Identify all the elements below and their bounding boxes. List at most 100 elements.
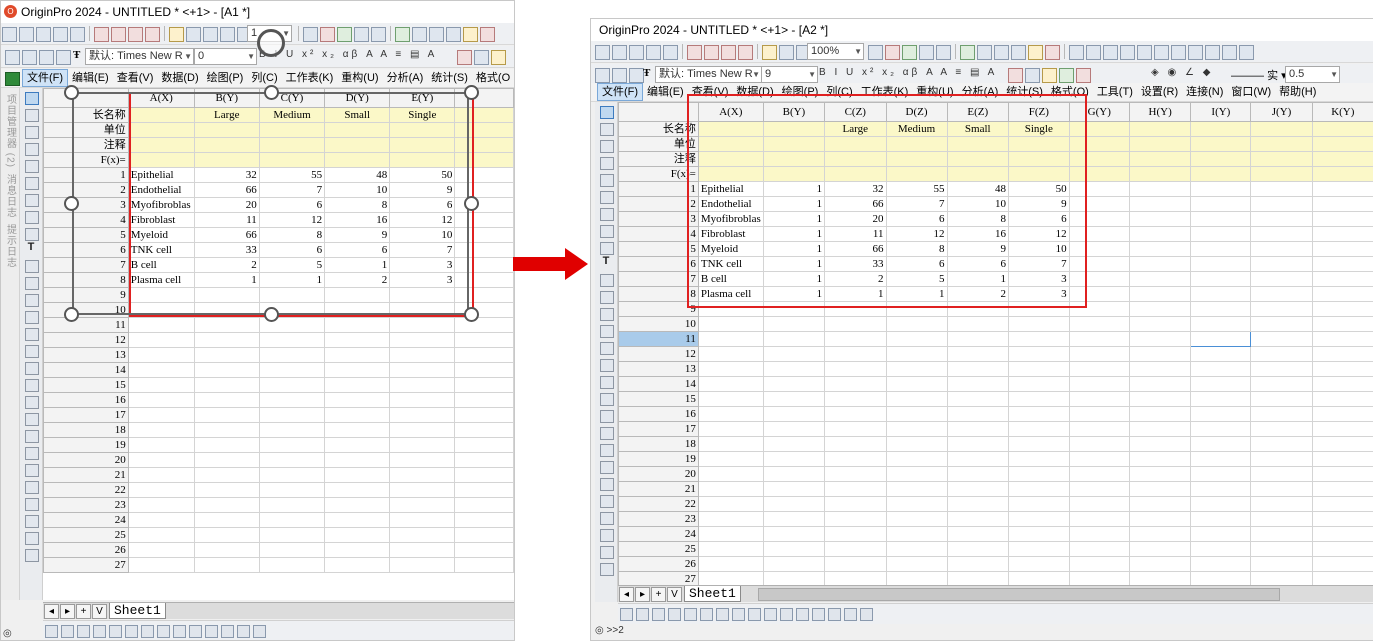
table-cell[interactable]: [825, 392, 886, 407]
draw-data-icon[interactable]: [600, 225, 614, 238]
table-cell[interactable]: [1191, 287, 1251, 302]
font-name-combo[interactable]: 默认: Times New R▼: [85, 48, 194, 65]
table-cell[interactable]: [1069, 527, 1129, 542]
table-cell[interactable]: [1251, 467, 1312, 482]
meta-cell[interactable]: [1251, 152, 1312, 167]
table-cell[interactable]: [886, 437, 947, 452]
table-cell[interactable]: [763, 512, 824, 527]
table-cell[interactable]: [1129, 437, 1190, 452]
sqrt-tool-icon[interactable]: [25, 549, 39, 562]
table-cell[interactable]: [1129, 302, 1190, 317]
open-template-icon[interactable]: [721, 45, 736, 60]
row-header[interactable]: 19: [44, 438, 129, 453]
table-cell[interactable]: [1191, 197, 1251, 212]
open-template-icon[interactable]: [128, 27, 143, 42]
table-cell[interactable]: [325, 528, 390, 543]
row-header[interactable]: 15: [44, 378, 129, 393]
table-cell[interactable]: [455, 348, 514, 363]
table-cell[interactable]: [194, 423, 259, 438]
rotate-handle-icon[interactable]: [257, 29, 285, 57]
paste-format-icon[interactable]: [39, 50, 54, 65]
circle-tool-icon[interactable]: [25, 430, 39, 443]
screen-reader-icon[interactable]: [600, 174, 614, 187]
table-cell[interactable]: [1191, 467, 1251, 482]
refresh-icon[interactable]: [885, 45, 900, 60]
histogram-icon[interactable]: [157, 625, 170, 638]
add-sheet-button[interactable]: +: [76, 604, 91, 619]
results-log-icon[interactable]: [994, 45, 1009, 60]
statistics-plot-icon[interactable]: [780, 608, 793, 621]
meta-cell[interactable]: [1191, 167, 1251, 182]
pie-plot-icon[interactable]: [700, 608, 713, 621]
table-cell[interactable]: [698, 377, 763, 392]
table-cell[interactable]: [194, 333, 259, 348]
area-plot-icon[interactable]: [684, 608, 697, 621]
table-cell[interactable]: [455, 513, 514, 528]
table-cell[interactable]: [1129, 347, 1190, 362]
table-cell[interactable]: [455, 498, 514, 513]
pie-plot-icon[interactable]: [125, 625, 138, 638]
area-plot-icon[interactable]: [109, 625, 122, 638]
layout-icon[interactable]: [919, 45, 934, 60]
menu-restructure[interactable]: 重构(U): [337, 69, 382, 87]
menu-data[interactable]: 数据(D): [157, 69, 202, 87]
open-folder-icon[interactable]: [762, 45, 777, 60]
table-cell[interactable]: [947, 317, 1008, 332]
align-tool-icon[interactable]: [25, 447, 39, 460]
table-cell[interactable]: [763, 377, 824, 392]
table-cell[interactable]: [128, 438, 194, 453]
table-cell[interactable]: [455, 393, 514, 408]
table-cell[interactable]: [194, 408, 259, 423]
chart-icon[interactable]: [1103, 45, 1118, 60]
table-cell[interactable]: [259, 558, 324, 573]
table-cell[interactable]: [1251, 572, 1312, 586]
arrow-tool-icon[interactable]: [25, 277, 39, 290]
table-cell[interactable]: [763, 452, 824, 467]
table-cell[interactable]: [763, 497, 824, 512]
table-cell[interactable]: [128, 378, 194, 393]
table-cell[interactable]: [886, 332, 947, 347]
table-cell[interactable]: [1008, 467, 1069, 482]
resize-handle-bottom-right[interactable]: [464, 307, 479, 322]
resize-handle-top[interactable]: [264, 85, 279, 100]
table-cell[interactable]: [825, 407, 886, 422]
meta-cell[interactable]: [1191, 137, 1251, 152]
table-cell[interactable]: [128, 528, 194, 543]
table-cell[interactable]: [1008, 392, 1069, 407]
region-tool-icon[interactable]: [600, 242, 614, 255]
table-cell[interactable]: [390, 378, 455, 393]
table-cell[interactable]: [390, 513, 455, 528]
table-cell[interactable]: [128, 393, 194, 408]
table-cell[interactable]: [1129, 377, 1190, 392]
line-symbol-icon[interactable]: [77, 625, 90, 638]
new-function-icon[interactable]: [70, 27, 85, 42]
table-cell[interactable]: [1191, 332, 1251, 347]
table-cell[interactable]: [128, 333, 194, 348]
table-cell[interactable]: [1251, 347, 1312, 362]
last-sheet-icon[interactable]: ▸: [60, 604, 75, 619]
table-cell[interactable]: [259, 408, 324, 423]
table-cell[interactable]: [128, 318, 194, 333]
table-cell[interactable]: [390, 333, 455, 348]
new-project-icon[interactable]: [595, 45, 610, 60]
table-cell[interactable]: [325, 543, 390, 558]
new-matrix-icon[interactable]: [646, 45, 661, 60]
table-cell[interactable]: [390, 558, 455, 573]
resize-handle-left[interactable]: [64, 196, 79, 211]
table-cell[interactable]: [763, 557, 824, 572]
pointer-tool-icon[interactable]: [600, 106, 614, 119]
cell-color-icon[interactable]: [1059, 68, 1074, 83]
y-axis-icon[interactable]: [1205, 45, 1220, 60]
table-cell[interactable]: [1191, 272, 1251, 287]
table-cell[interactable]: [947, 392, 1008, 407]
table-cell[interactable]: [1312, 347, 1373, 362]
table-cell[interactable]: [1129, 227, 1190, 242]
table-cell[interactable]: [128, 558, 194, 573]
table-cell[interactable]: [1129, 572, 1190, 586]
table-cell[interactable]: [325, 558, 390, 573]
hand-tool-icon[interactable]: [600, 342, 614, 355]
table-cell[interactable]: [1251, 362, 1312, 377]
book-tool-icon[interactable]: [25, 515, 39, 528]
grid-tool-icon[interactable]: [600, 546, 614, 559]
image-tool-icon[interactable]: [25, 362, 39, 375]
